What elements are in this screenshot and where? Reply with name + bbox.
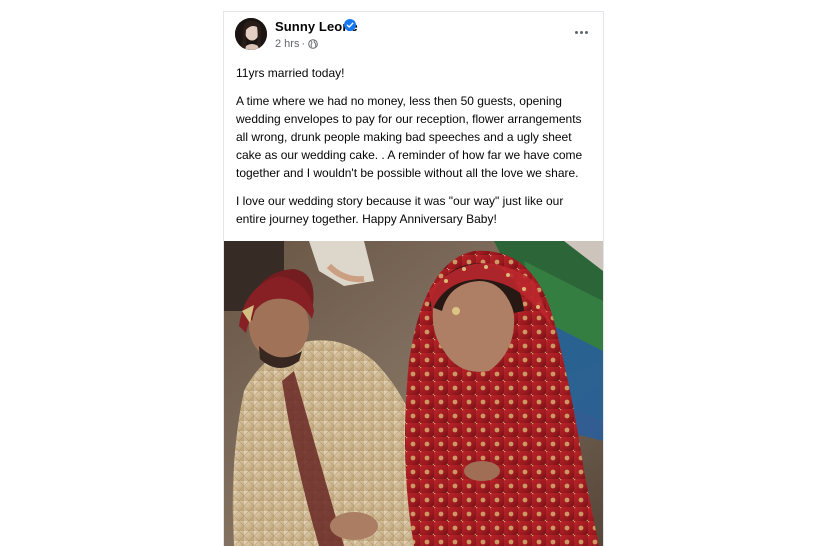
dot-icon xyxy=(584,30,588,34)
verified-badge-icon xyxy=(344,19,356,31)
dot-icon xyxy=(574,30,578,34)
post-paragraph: I love our wedding story because it was … xyxy=(236,194,564,226)
globe-icon[interactable] xyxy=(308,39,318,49)
post-paragraph: 11yrs married today! xyxy=(236,66,345,80)
post-message: 11yrs married today! A time where we had… xyxy=(236,64,596,238)
post-timestamp[interactable]: 2 hrs xyxy=(275,38,299,50)
post-paragraph: A time where we had no money, less then … xyxy=(236,94,583,180)
post-meta: 2 hrs · xyxy=(275,38,318,50)
facebook-post: Sunny Leone 2 hrs · 11yrs married today!… xyxy=(223,11,604,546)
meta-separator: · xyxy=(301,38,306,50)
dot-icon xyxy=(579,30,583,34)
more-options-icon[interactable] xyxy=(571,24,591,40)
post-photo[interactable] xyxy=(224,241,603,546)
post-header: Sunny Leone 2 hrs · xyxy=(224,12,603,60)
author-avatar[interactable] xyxy=(235,18,267,50)
